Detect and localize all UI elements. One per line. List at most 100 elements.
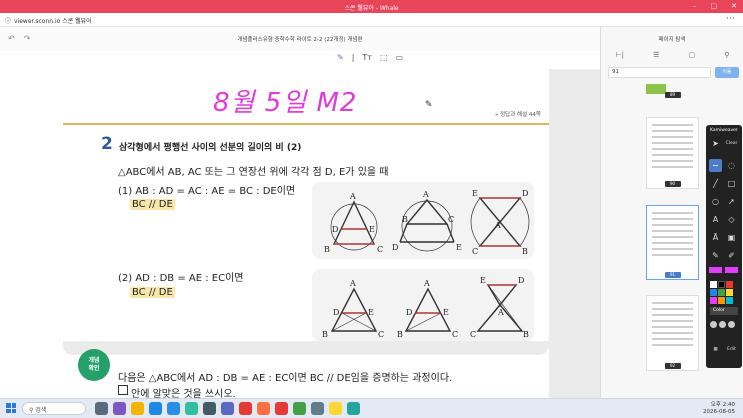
fig5-label-a: A bbox=[423, 279, 430, 288]
current-color-swatch[interactable] bbox=[709, 267, 722, 273]
tab-pages[interactable]: ▢ bbox=[689, 51, 696, 63]
clear-button[interactable]: Clear bbox=[725, 137, 738, 150]
excel-app-icon[interactable] bbox=[293, 402, 306, 415]
thumb-page-91[interactable]: 91 bbox=[646, 205, 699, 280]
tab-search[interactable]: ⚲ bbox=[724, 51, 729, 63]
fig5-label-d: D bbox=[406, 308, 412, 317]
color-black[interactable] bbox=[718, 281, 725, 288]
thumb-page-89[interactable]: 89 bbox=[646, 84, 699, 100]
fig2-label-e: E bbox=[456, 243, 462, 252]
size-small-icon[interactable] bbox=[710, 321, 717, 328]
whale-app-icon[interactable] bbox=[185, 402, 198, 415]
color-yellow[interactable] bbox=[726, 289, 733, 296]
answer-box[interactable] bbox=[118, 385, 128, 395]
acrobat-app-icon[interactable] bbox=[239, 402, 252, 415]
store-app-icon[interactable] bbox=[203, 402, 216, 415]
size-medium-icon[interactable] bbox=[719, 321, 726, 328]
text-tool-icon[interactable]: Tт bbox=[362, 53, 372, 62]
cursor-tool-icon[interactable]: ➤ bbox=[709, 137, 722, 150]
drawing-palette: Kamiweaver ➤ Clear ∼ ◌ ╱ □ ○ ➚ A ◇ Ā ▣ ✎… bbox=[706, 125, 742, 368]
url-text[interactable]: viewer.sconn.io 스콘 웰뷰어 bbox=[14, 16, 92, 25]
taskbar-search[interactable]: ⚲ 검색 bbox=[22, 402, 86, 415]
explorer-app-icon[interactable] bbox=[131, 402, 144, 415]
fig3-label-c: C bbox=[472, 247, 478, 256]
minimize-button[interactable]: – bbox=[693, 2, 697, 10]
answer-reference[interactable]: » 정답과 해설 44쪽 bbox=[495, 110, 541, 118]
color-blue[interactable] bbox=[710, 289, 717, 296]
tab-outline[interactable]: ⊢| bbox=[616, 51, 624, 63]
fig4-label-a: A bbox=[349, 279, 356, 288]
figure-case2-svg: A B C D E A B C D E E D A C B bbox=[322, 276, 529, 339]
edge-app-icon[interactable] bbox=[167, 402, 180, 415]
youtube-app-icon[interactable] bbox=[275, 402, 288, 415]
text-tool-icon[interactable]: A bbox=[709, 213, 722, 226]
search-placeholder: 검색 bbox=[35, 407, 47, 414]
go-button[interactable]: 이동 bbox=[715, 67, 739, 78]
more-options-icon[interactable]: ⋯ bbox=[726, 14, 735, 24]
fig6-label-c: C bbox=[470, 330, 476, 339]
fig1-label-b: B bbox=[324, 245, 330, 254]
current-color-swatch-2[interactable] bbox=[725, 267, 738, 273]
taskbar: ⚲ 검색 오후 2:40 2026-08-05 bbox=[0, 398, 743, 418]
viewer-toolbar: ✎ | Tт ⬚ ▭ bbox=[0, 51, 600, 69]
viewer-header: ↶ ↷ 개념플러스유형 중학수학 라이트 2-2 (22개정) 개념편 bbox=[0, 27, 600, 51]
teams-app-icon[interactable] bbox=[221, 402, 234, 415]
rect-tool-icon[interactable]: □ bbox=[725, 177, 738, 190]
kakaotalk-app-icon[interactable] bbox=[329, 402, 342, 415]
divider: | bbox=[351, 53, 355, 62]
fig5-label-c: C bbox=[452, 330, 458, 339]
intro-text: △ABC에서 AB, AC 또는 그 연장선 위에 각각 점 D, E가 있을 … bbox=[118, 167, 389, 178]
system-clock[interactable]: 오후 2:40 2026-08-05 bbox=[703, 402, 735, 416]
section-title: 삼각형에서 평행선 사이의 선분의 길이의 비 (2) bbox=[119, 143, 302, 153]
tab-list[interactable]: ☰ bbox=[653, 51, 659, 63]
panel-title: 페이지 탐색 bbox=[658, 37, 686, 43]
text-style-icon[interactable]: Ā bbox=[709, 231, 722, 244]
fig2-label-b: B bbox=[402, 215, 408, 224]
color-green[interactable] bbox=[718, 289, 725, 296]
pen-tool-icon[interactable]: ✎ bbox=[337, 53, 344, 62]
site-info-icon[interactable]: ⓘ bbox=[5, 16, 11, 25]
highlighter-tool-icon[interactable]: ✐ bbox=[725, 249, 738, 262]
fig3-label-d: D bbox=[522, 189, 528, 198]
start-button-icon[interactable] bbox=[6, 403, 16, 413]
handwritten-note: 8월 5일 M2 bbox=[213, 88, 358, 118]
address-bar[interactable]: ⓘ viewer.sconn.io 스콘 웰뷰어 ⋯ bbox=[0, 13, 743, 27]
color-picker-button[interactable]: Color bbox=[710, 307, 738, 315]
stamp-tool-icon[interactable]: ▣ bbox=[725, 231, 738, 244]
figure-case1: A B C D E A B C D E E D A C B bbox=[312, 182, 534, 259]
select-box-icon[interactable]: ⬚ bbox=[380, 53, 388, 62]
fig3-label-a: A bbox=[494, 221, 501, 230]
pen-tool-icon[interactable]: ∼ bbox=[709, 159, 722, 172]
brush-tool-icon[interactable]: ✎ bbox=[709, 249, 722, 262]
page-number-input[interactable]: 91 bbox=[608, 67, 711, 78]
arrow-tool-icon[interactable]: ➚ bbox=[725, 195, 738, 208]
document-title: 개념플러스유형 중학수학 라이트 2-2 (22개정) 개념편 bbox=[237, 37, 363, 43]
badge-line1: 개념 bbox=[88, 357, 100, 364]
edit-tool-icon[interactable]: ▦ bbox=[709, 343, 722, 356]
fig5-label-e: E bbox=[443, 308, 449, 317]
line-tool-icon[interactable]: ╱ bbox=[709, 177, 722, 190]
color-white[interactable] bbox=[710, 281, 717, 288]
edit-button[interactable]: Edit bbox=[725, 343, 738, 356]
circle-tool-icon[interactable]: ○ bbox=[709, 195, 722, 208]
figure-case1-svg: A B C D E A B C D E E D A C B bbox=[324, 189, 530, 256]
color-orange[interactable] bbox=[718, 297, 725, 304]
eraser-tool-icon[interactable]: ◇ bbox=[725, 213, 738, 226]
color-cyan[interactable] bbox=[726, 297, 733, 304]
comment-icon[interactable]: ▭ bbox=[396, 53, 404, 62]
color-magenta[interactable] bbox=[710, 297, 717, 304]
size-large-icon[interactable] bbox=[728, 321, 735, 328]
notes-app-icon[interactable] bbox=[347, 402, 360, 415]
copilot-app-icon[interactable] bbox=[113, 402, 126, 415]
palette-title: Kamiweaver bbox=[710, 128, 738, 133]
color-red[interactable] bbox=[726, 281, 733, 288]
taskview-app-icon[interactable] bbox=[95, 402, 108, 415]
lasso-tool-icon[interactable]: ◌ bbox=[725, 159, 738, 172]
thumb-page-92[interactable]: 92 bbox=[646, 295, 699, 371]
settings-app-icon[interactable] bbox=[311, 402, 324, 415]
thumb-page-90[interactable]: 90 bbox=[646, 117, 699, 189]
chrome-app-icon[interactable] bbox=[149, 402, 162, 415]
maximize-button[interactable]: ▢ bbox=[711, 2, 718, 10]
media-app-icon[interactable] bbox=[257, 402, 270, 415]
close-button[interactable]: ✕ bbox=[731, 2, 737, 10]
